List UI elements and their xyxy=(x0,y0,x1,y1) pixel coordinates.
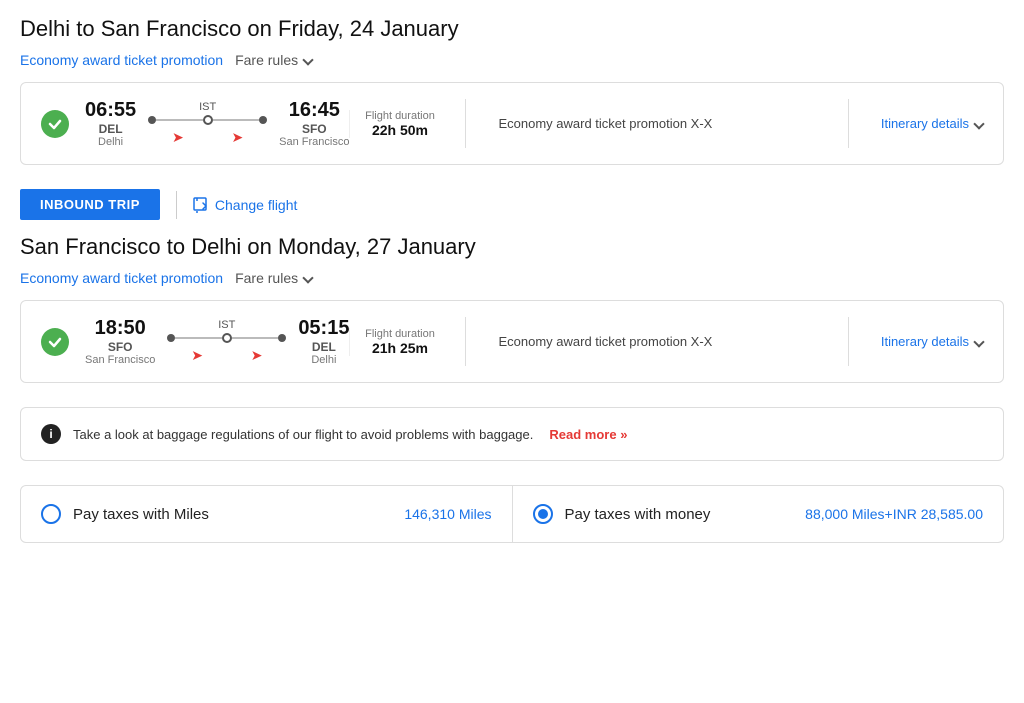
inbound-arr: 05:15 DEL Delhi xyxy=(298,317,349,366)
dep-dot xyxy=(148,116,156,124)
inbound-dep-dot xyxy=(167,334,175,342)
payment-options: Pay taxes with Miles 146,310 Miles Pay t… xyxy=(20,485,1004,543)
baggage-text: Take a look at baggage regulations of ou… xyxy=(73,427,533,442)
double-chevron-icon: » xyxy=(620,427,627,442)
route-line-right xyxy=(213,119,260,121)
inbound-itinerary-btn[interactable]: Itinerary details xyxy=(865,334,983,349)
outbound-flight-card: 06:55 DEL Delhi IST ➤ ➤ 16:45 SFO San Fr… xyxy=(20,82,1004,165)
payment-money-value: 88,000 Miles+INR 28,585.00 xyxy=(805,506,983,522)
inbound-card-divider-1 xyxy=(465,317,466,366)
stop-icons: ➤ ➤ xyxy=(148,129,267,146)
change-flight-button[interactable]: Change flight xyxy=(193,197,298,213)
radio-filled-dot xyxy=(538,509,548,519)
stop-icon-1: ➤ xyxy=(172,129,184,146)
outbound-duration: Flight duration 22h 50m xyxy=(349,110,449,138)
inbound-stop-icon-2: ➤ xyxy=(251,347,263,364)
route-line-left xyxy=(156,119,203,121)
itinerary-chevron-icon xyxy=(973,118,984,129)
outbound-route: 06:55 DEL Delhi IST ➤ ➤ 16:45 SFO San Fr… xyxy=(85,99,349,148)
via-dot xyxy=(203,115,213,125)
stop-icon-2: ➤ xyxy=(232,129,244,146)
inbound-via-dot xyxy=(222,333,232,343)
inbound-promo-row: Economy award ticket promotion Fare rule… xyxy=(20,270,1004,286)
outbound-route-line: IST ➤ ➤ xyxy=(148,101,267,146)
outbound-promo-class: Economy award ticket promotion X-X xyxy=(482,116,831,131)
payment-option-miles[interactable]: Pay taxes with Miles 146,310 Miles xyxy=(21,486,513,542)
change-flight-icon xyxy=(193,197,209,213)
outbound-title: Delhi to San Francisco on Friday, 24 Jan… xyxy=(20,16,1004,42)
inbound-fare-rules-chevron-icon xyxy=(302,272,313,283)
card-divider-1 xyxy=(465,99,466,148)
inbound-itinerary-chevron-icon xyxy=(973,336,984,347)
payment-miles-value: 146,310 Miles xyxy=(404,506,491,522)
inbound-checked-icon xyxy=(41,328,69,356)
inbound-route-line: IST ➤ ➤ xyxy=(167,319,286,364)
inbound-arr-dot xyxy=(278,334,286,342)
inbound-header: INBOUND TRIP Change flight xyxy=(20,189,1004,220)
inbound-badge: INBOUND TRIP xyxy=(20,189,160,220)
payment-option-money[interactable]: Pay taxes with money 88,000 Miles+INR 28… xyxy=(513,486,1004,542)
inbound-title: San Francisco to Delhi on Monday, 27 Jan… xyxy=(20,234,1004,260)
baggage-notice: i Take a look at baggage regulations of … xyxy=(20,407,1004,461)
inbound-stop-icon-1: ➤ xyxy=(191,347,203,364)
inbound-stop-icons: ➤ ➤ xyxy=(167,347,286,364)
inbound-dep: 18:50 SFO San Francisco xyxy=(85,317,155,366)
inbound-route-line-right xyxy=(232,337,279,339)
outbound-arr: 16:45 SFO San Francisco xyxy=(279,99,349,148)
inbound-promo-class: Economy award ticket promotion X-X xyxy=(482,334,831,349)
info-icon: i xyxy=(41,424,61,444)
inbound-fare-rules[interactable]: Fare rules xyxy=(235,270,312,286)
inbound-route-line-left xyxy=(175,337,222,339)
inbound-promo-link[interactable]: Economy award ticket promotion xyxy=(20,270,223,286)
inbound-card-divider-2 xyxy=(848,317,849,366)
read-more-link[interactable]: Read more » xyxy=(549,427,627,442)
outbound-promo-link[interactable]: Economy award ticket promotion xyxy=(20,52,223,68)
fare-rules-chevron-icon xyxy=(302,54,313,65)
card-divider-2 xyxy=(848,99,849,148)
outbound-dep: 06:55 DEL Delhi xyxy=(85,99,136,148)
radio-miles[interactable] xyxy=(41,504,61,524)
header-separator xyxy=(176,191,177,219)
inbound-flight-card: 18:50 SFO San Francisco IST ➤ ➤ 05:15 DE… xyxy=(20,300,1004,383)
outbound-checked-icon xyxy=(41,110,69,138)
inbound-duration: Flight duration 21h 25m xyxy=(349,328,449,356)
payment-miles-label: Pay taxes with Miles xyxy=(73,506,392,523)
arr-dot xyxy=(259,116,267,124)
outbound-promo-row: Economy award ticket promotion Fare rule… xyxy=(20,52,1004,68)
inbound-route: 18:50 SFO San Francisco IST ➤ ➤ 05:15 DE… xyxy=(85,317,349,366)
radio-money[interactable] xyxy=(533,504,553,524)
outbound-fare-rules[interactable]: Fare rules xyxy=(235,52,312,68)
outbound-itinerary-btn[interactable]: Itinerary details xyxy=(865,116,983,131)
payment-money-label: Pay taxes with money xyxy=(565,506,794,523)
